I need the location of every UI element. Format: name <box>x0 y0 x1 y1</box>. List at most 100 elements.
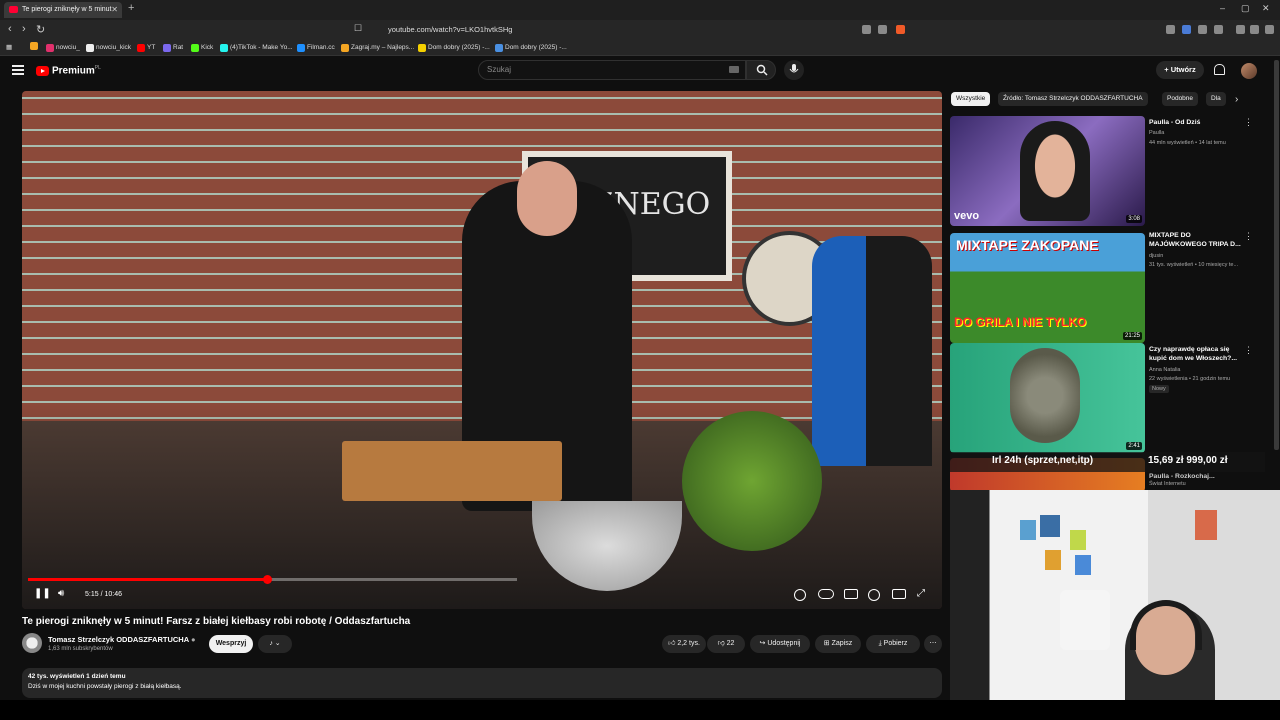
cutting-board <box>342 441 562 501</box>
apps-icon[interactable]: ▦ <box>6 42 16 54</box>
fullscreen-icon[interactable]: ⤢ <box>917 588 925 599</box>
maximize-button[interactable]: ▢ <box>1241 3 1250 14</box>
bookmark-label: Zagraj.my – Najleps... <box>351 44 415 51</box>
thumbnail[interactable]: vevo 3:08 <box>950 116 1145 226</box>
video-player[interactable]: ACZNEGO ❚❚ 🔊︎ 5:15 / 10:46 ⤢ <box>22 91 942 609</box>
support-button[interactable]: Wesprzyj <box>209 635 253 653</box>
chevron-right-icon[interactable]: › <box>1235 94 1238 105</box>
menu-icon[interactable] <box>1265 25 1274 34</box>
related-meta: 22 wyświetlenia • 21 godzin temu <box>1149 376 1231 382</box>
share-button[interactable]: ↪ Udostępnij <box>750 635 810 653</box>
description-box[interactable]: 42 tys. wyświetleń 1 dzień temu Dziś w m… <box>22 668 942 698</box>
lion-door-knocker <box>1010 348 1080 443</box>
menu-icon[interactable] <box>12 65 24 75</box>
more-actions-button[interactable]: ⋯ <box>924 635 942 653</box>
related-channel[interactable]: Paulla <box>1149 129 1259 137</box>
brand-label[interactable]: PremiumPL <box>52 65 101 76</box>
autoplay-toggle[interactable] <box>818 589 834 599</box>
pause-icon[interactable]: ❚❚ <box>34 588 51 599</box>
wall-poster <box>1075 555 1091 575</box>
bookmark-item[interactable]: (4)TikTok - Make Yo... <box>220 42 293 54</box>
views-and-date: 42 tys. wyświetleń 1 dzień temu <box>28 673 126 680</box>
save-label: Zapisz <box>831 640 853 647</box>
bookmark-label: Dom dobry (2025) -... <box>428 44 490 51</box>
forward-icon[interactable]: › <box>22 23 26 35</box>
subtitles-icon[interactable] <box>844 589 858 599</box>
more-options-icon[interactable]: ⋮ <box>1244 231 1253 242</box>
related-channel[interactable]: Świat Internetu <box>1149 480 1259 488</box>
reload-icon[interactable]: ↻ <box>36 23 45 36</box>
bookmark-item[interactable]: Rat <box>163 42 183 54</box>
bookmark-favicon-icon <box>191 44 199 52</box>
settings-gear-icon[interactable] <box>868 589 880 601</box>
wallet-icon[interactable] <box>1250 25 1259 34</box>
theater-mode-icon[interactable] <box>892 589 906 599</box>
notification-bell-button[interactable]: ♪ ⌄ <box>258 635 292 653</box>
minimize-button[interactable]: – <box>1220 3 1225 13</box>
bookmark-item[interactable]: Kick <box>191 42 213 54</box>
bookmark-item[interactable]: Filman.cc <box>297 42 335 54</box>
channel-name[interactable]: Tomasz Strzelczyk ODDASZFARTUCHA ● <box>48 635 195 644</box>
notifications-bell-icon[interactable] <box>1214 64 1225 75</box>
youtube-logo-icon[interactable] <box>36 66 49 76</box>
youtube-favicon-icon <box>9 6 18 13</box>
related-title[interactable]: Czy naprawdę opłaca się kupić dom we Wło… <box>1149 345 1244 363</box>
more-options-icon[interactable]: ⋮ <box>1244 345 1253 356</box>
related-title[interactable]: Paulla - Od Dziś <box>1149 118 1244 127</box>
channel-avatar[interactable] <box>22 633 42 653</box>
brave-shield-icon[interactable] <box>896 25 905 34</box>
voice-search-button[interactable] <box>784 60 804 80</box>
bookmark-item[interactable]: nowciu_kick <box>86 42 131 54</box>
keyboard-icon[interactable] <box>729 66 739 73</box>
bookmark-item[interactable]: Dom dobry (2025) -... <box>495 42 567 54</box>
dislike-button[interactable]: 👎︎ 22 <box>707 635 745 653</box>
thumbnail[interactable]: MIXTAPE ZAKOPANE DO GRILA I NIE TYLKO 21… <box>950 233 1145 343</box>
music-icon[interactable] <box>1236 25 1245 34</box>
save-button[interactable]: ⊞ Zapisz <box>815 635 861 653</box>
related-channel[interactable]: Anna Natalia <box>1149 366 1259 374</box>
url-field[interactable]: youtube.com/watch?v=LKO1hvtkSHg <box>372 23 912 37</box>
extension-icon[interactable] <box>1166 25 1175 34</box>
save-icon: ⊞ <box>823 640 830 647</box>
bookmark-item[interactable]: Dom dobry (2025) -... <box>418 42 490 54</box>
screenshot-icon[interactable] <box>862 25 871 34</box>
scrubber-handle[interactable] <box>263 575 272 584</box>
browser-tab[interactable]: Te pierogi zniknęły w 5 minut ✕ <box>4 2 122 18</box>
related-title[interactable]: MIXTAPE DO MAJÓWKOWEGO TRIPA D... <box>1149 231 1244 249</box>
chip-all[interactable]: Wszystkie <box>951 92 991 106</box>
wall-poster <box>1045 550 1061 570</box>
chip-for-you[interactable]: Dla <box>1206 92 1226 106</box>
volume-icon[interactable]: 🔊︎ <box>58 588 64 599</box>
search-input[interactable]: Szukaj <box>478 60 746 80</box>
folder-icon[interactable] <box>30 42 38 50</box>
create-button[interactable]: + Utwórz <box>1156 61 1204 79</box>
extension-icon[interactable] <box>1214 25 1223 34</box>
thumbnail[interactable]: 2:41 <box>950 343 1145 453</box>
close-window-button[interactable]: ✕ <box>1262 3 1270 14</box>
new-tab-button[interactable]: + <box>128 2 134 14</box>
brand-text: Premium <box>52 65 95 77</box>
chip-related[interactable]: Podobne <box>1162 92 1199 106</box>
subscriber-count: 1,63 mln subskrybentów <box>48 646 113 652</box>
search-icon <box>756 64 768 76</box>
bookmark-item[interactable]: YT <box>137 42 155 54</box>
more-options-icon[interactable]: ⋮ <box>1244 117 1253 128</box>
shield-icon[interactable] <box>794 589 806 601</box>
bookmark-icon[interactable]: ☐ <box>354 23 362 34</box>
download-button[interactable]: ⤓ Pobierz <box>866 635 920 653</box>
close-tab-icon[interactable]: ✕ <box>111 2 118 18</box>
bookmark-item[interactable]: Zagraj.my – Najleps... <box>341 42 414 54</box>
extension-icon[interactable] <box>1182 25 1191 34</box>
related-channel[interactable]: djusin <box>1149 252 1259 260</box>
search-button[interactable] <box>746 60 776 80</box>
like-button[interactable]: 👍︎ 2,2 tys. <box>662 635 706 653</box>
share-label: Udostępnij <box>767 640 801 647</box>
bookmark-item[interactable]: nowciu_ <box>46 42 80 54</box>
share-icon[interactable] <box>878 25 887 34</box>
related-meta: 44 mln wyświetleń • 14 lat temu <box>1149 140 1226 146</box>
page-scrollbar[interactable] <box>1274 60 1279 450</box>
extension-icon[interactable] <box>1198 25 1207 34</box>
account-avatar[interactable] <box>1241 63 1257 79</box>
chip-from-channel[interactable]: Źródło: Tomasz Strzelczyk ODDASZFARTUCHA <box>998 92 1148 106</box>
back-icon[interactable]: ‹ <box>8 23 12 35</box>
